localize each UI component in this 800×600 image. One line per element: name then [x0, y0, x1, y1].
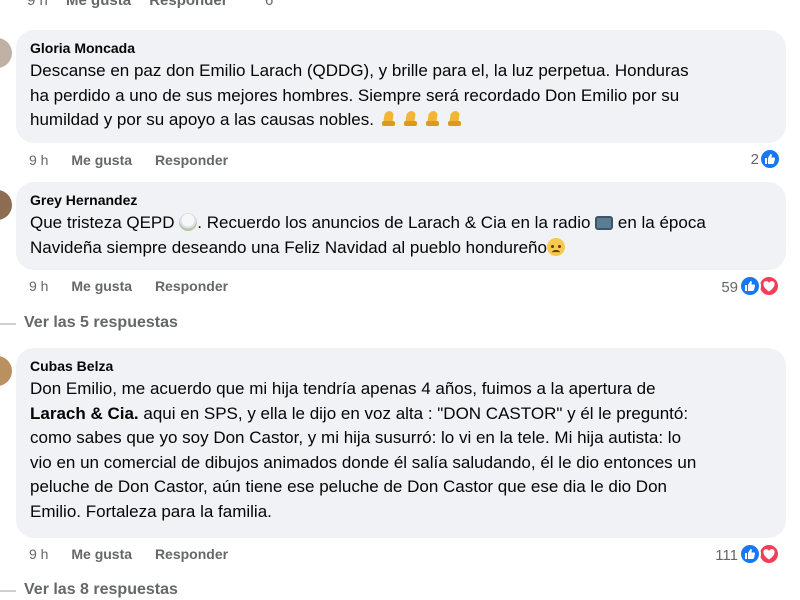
- praying-hands-icon: [401, 109, 420, 127]
- comment-line-text: aqui en SPS, y ella le dijo en voz alta …: [138, 403, 689, 423]
- praying-hands-icon: [379, 109, 398, 127]
- view-replies-label[interactable]: Ver las 8 respuestas: [24, 581, 178, 598]
- like-reaction-icon: [739, 275, 761, 297]
- reactions[interactable]: [759, 148, 785, 170]
- love-reaction-icon: [758, 275, 780, 297]
- praying-hands-icon: [445, 109, 464, 127]
- avatar[interactable]: [0, 356, 12, 386]
- comment-text: Descanse en paz don Emilio Larach (QDDG)…: [30, 59, 774, 133]
- previous-comment-actions: 9 h Me gusta Responder 6: [0, 0, 800, 14]
- comment-timestamp[interactable]: 9 h: [29, 546, 48, 562]
- comment-line: peluche de Don Castor, aún tiene ese pel…: [30, 477, 667, 496]
- comment-line-text: humildad y por su apoyo a las causas nob…: [30, 110, 374, 129]
- comment-line: Que tristeza QEPD . Recuerdo los anuncio…: [30, 211, 774, 236]
- comment-line-text: . Recuerdo los anuncios de Larach & Cia …: [197, 213, 591, 232]
- previous-reply-link[interactable]: Responder: [149, 0, 227, 9]
- like-link[interactable]: Me gusta: [71, 278, 132, 294]
- comment-line-text: Que tristeza QEPD: [30, 213, 175, 232]
- radio-icon: [595, 216, 614, 230]
- reaction-count[interactable]: 59: [712, 279, 738, 296]
- comment-line: vio en un comercial de dibujos animados …: [30, 452, 697, 472]
- comment-line: Don Emilio, me acuerdo que mi hija tendr…: [30, 379, 656, 398]
- avatar[interactable]: [0, 190, 12, 220]
- previous-reaction-count[interactable]: 6: [265, 0, 273, 9]
- reply-link[interactable]: Responder: [155, 278, 228, 294]
- page-mention-link[interactable]: Larach & Cia.: [30, 404, 139, 423]
- reaction-count[interactable]: 2: [735, 151, 759, 168]
- like-link[interactable]: Me gusta: [71, 152, 132, 168]
- like-reaction-icon: [739, 543, 761, 565]
- comment-author[interactable]: Cubas Belza: [30, 357, 774, 375]
- like-link[interactable]: Me gusta: [71, 546, 132, 562]
- sad-face-icon: [546, 237, 565, 256]
- comment-bubble: Grey Hernandez Que tristeza QEPD . Recue…: [16, 182, 786, 270]
- comment-actions: 9 h Me gusta Responder: [29, 278, 247, 294]
- comment-line-text: en la época: [613, 213, 706, 232]
- reply-thread-line: [0, 323, 16, 325]
- comment-timestamp[interactable]: 9 h: [29, 278, 48, 294]
- comment-author[interactable]: Grey Hernandez: [30, 191, 774, 209]
- view-replies-link[interactable]: Ver las 5 respuestas: [0, 314, 178, 332]
- comment-line-text: Navideña siempre deseando una Feliz Navi…: [30, 237, 547, 257]
- view-replies-link[interactable]: Ver las 8 respuestas: [0, 581, 178, 599]
- comment-line: ha perdido a uno de sus mejores hombres.…: [30, 85, 680, 105]
- comment-bubble: Gloria Moncada Descanse en paz don Emili…: [16, 30, 786, 143]
- like-reaction-icon: [759, 148, 781, 170]
- comment-line: humildad y por su apoyo a las causas nob…: [30, 108, 774, 133]
- comment-line: Navideña siempre deseando una Feliz Navi…: [30, 236, 774, 261]
- white-rose-icon: [179, 213, 198, 231]
- reply-link[interactable]: Responder: [155, 152, 228, 168]
- comment-actions: 9 h Me gusta Responder: [29, 546, 247, 562]
- praying-hands-icon: [423, 109, 442, 127]
- previous-actions: 9 h Me gusta Responder: [27, 0, 242, 9]
- view-replies-label[interactable]: Ver las 5 respuestas: [24, 314, 178, 331]
- previous-timestamp: 9 h: [27, 0, 48, 9]
- comment-line: Descanse en paz don Emilio Larach (QDDG)…: [30, 61, 689, 80]
- comment-timestamp[interactable]: 9 h: [29, 152, 48, 168]
- comment-text: Don Emilio, me acuerdo que mi hija tendr…: [30, 377, 774, 524]
- comment-author[interactable]: Gloria Moncada: [30, 39, 774, 57]
- previous-like-link[interactable]: Me gusta: [66, 0, 131, 9]
- reaction-count[interactable]: 111: [706, 547, 738, 564]
- reply-thread-line: [0, 590, 16, 592]
- reactions[interactable]: [739, 275, 784, 297]
- love-reaction-icon: [758, 543, 780, 565]
- comment-bubble: Cubas Belza Don Emilio, me acuerdo que m…: [16, 348, 786, 538]
- comment-text: Que tristeza QEPD . Recuerdo los anuncio…: [30, 211, 774, 260]
- comment-line: Emilio. Fortaleza para la familia.: [30, 501, 272, 521]
- comment-line: como sabes que yo soy Don Castor, y mi h…: [30, 428, 682, 447]
- comment-line: Larach & Cia. aqui en SPS, y ella le dij…: [30, 402, 774, 427]
- avatar[interactable]: [0, 38, 12, 68]
- comment-actions: 9 h Me gusta Responder: [29, 152, 247, 168]
- reply-link[interactable]: Responder: [155, 546, 228, 562]
- reactions[interactable]: [739, 543, 784, 565]
